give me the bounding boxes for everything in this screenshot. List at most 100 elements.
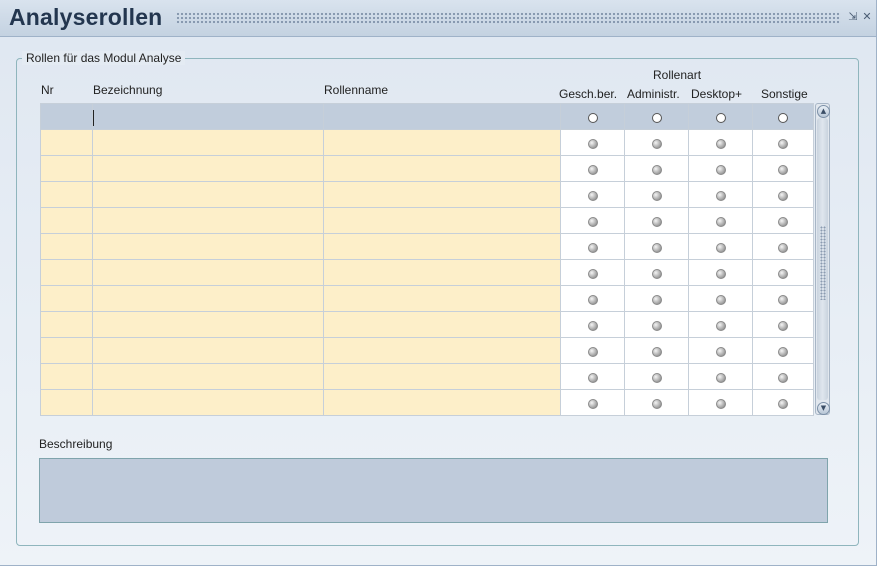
cell-gesch-ber[interactable] <box>560 233 625 260</box>
radio-administr[interactable] <box>651 346 662 357</box>
radio-desktop-plus[interactable] <box>715 164 726 175</box>
radio-gesch-ber[interactable] <box>587 138 598 149</box>
cell-gesch-ber[interactable] <box>560 311 625 338</box>
cell-administr[interactable] <box>624 181 689 208</box>
cell-desktop-plus[interactable] <box>688 207 753 234</box>
cell-bezeichnung[interactable] <box>92 129 324 156</box>
cell-gesch-ber[interactable] <box>560 181 625 208</box>
table-row[interactable] <box>40 207 814 234</box>
cell-bezeichnung[interactable] <box>92 285 324 312</box>
cell-rollenname[interactable] <box>323 311 561 338</box>
cell-nr[interactable] <box>40 207 93 234</box>
cell-desktop-plus[interactable] <box>688 181 753 208</box>
scroll-down-icon[interactable]: ▼ <box>817 402 830 415</box>
radio-sonstige[interactable] <box>778 268 788 279</box>
cell-sonstige[interactable] <box>752 337 814 364</box>
radio-desktop-plus[interactable] <box>715 216 726 227</box>
radio-gesch-ber[interactable] <box>587 164 598 175</box>
radio-sonstige[interactable] <box>778 320 788 331</box>
cell-desktop-plus[interactable] <box>688 129 753 156</box>
table-row[interactable] <box>40 311 814 338</box>
radio-administr[interactable] <box>651 372 662 383</box>
cell-bezeichnung[interactable] <box>92 207 324 234</box>
cell-administr[interactable] <box>624 207 689 234</box>
cell-rollenname[interactable] <box>323 129 561 156</box>
cell-administr[interactable] <box>624 129 689 156</box>
table-scrollbar[interactable]: ▲ ▼ <box>815 103 830 415</box>
cell-sonstige[interactable] <box>752 285 814 312</box>
cell-nr[interactable] <box>40 337 93 364</box>
radio-sonstige[interactable] <box>778 398 788 409</box>
cell-sonstige[interactable] <box>752 259 814 286</box>
radio-sonstige[interactable] <box>778 190 788 201</box>
radio-desktop-plus[interactable] <box>715 138 726 149</box>
cell-desktop-plus[interactable] <box>688 337 753 364</box>
radio-gesch-ber[interactable] <box>587 294 598 305</box>
radio-administr[interactable] <box>651 164 662 175</box>
cell-nr[interactable] <box>40 103 93 130</box>
cell-bezeichnung[interactable] <box>92 233 324 260</box>
cell-sonstige[interactable] <box>752 103 814 130</box>
table-row[interactable] <box>40 155 814 182</box>
cell-bezeichnung[interactable] <box>92 259 324 286</box>
cell-nr[interactable] <box>40 155 93 182</box>
radio-administr[interactable] <box>651 320 662 331</box>
close-icon[interactable]: ✕ <box>861 10 873 24</box>
cell-gesch-ber[interactable] <box>560 259 625 286</box>
cell-sonstige[interactable] <box>752 129 814 156</box>
radio-desktop-plus[interactable] <box>715 320 726 331</box>
cell-nr[interactable] <box>40 363 93 390</box>
radio-desktop-plus[interactable] <box>715 190 726 201</box>
cell-rollenname[interactable] <box>323 285 561 312</box>
cell-desktop-plus[interactable] <box>688 389 753 416</box>
cell-nr[interactable] <box>40 311 93 338</box>
cell-sonstige[interactable] <box>752 311 814 338</box>
radio-desktop-plus[interactable] <box>715 372 726 383</box>
cell-bezeichnung[interactable] <box>92 103 324 130</box>
radio-sonstige[interactable] <box>778 294 788 305</box>
radio-gesch-ber[interactable] <box>587 268 598 279</box>
cell-rollenname[interactable] <box>323 259 561 286</box>
radio-administr[interactable] <box>651 268 662 279</box>
cell-gesch-ber[interactable] <box>560 337 625 364</box>
cell-sonstige[interactable] <box>752 155 814 182</box>
cell-administr[interactable] <box>624 259 689 286</box>
cell-gesch-ber[interactable] <box>560 103 625 130</box>
radio-administr[interactable] <box>651 398 662 409</box>
radio-sonstige[interactable] <box>778 112 788 123</box>
cell-desktop-plus[interactable] <box>688 103 753 130</box>
cell-bezeichnung[interactable] <box>92 389 324 416</box>
cell-gesch-ber[interactable] <box>560 363 625 390</box>
radio-sonstige[interactable] <box>778 346 788 357</box>
cell-administr[interactable] <box>624 363 689 390</box>
cell-sonstige[interactable] <box>752 389 814 416</box>
radio-administr[interactable] <box>651 138 662 149</box>
radio-sonstige[interactable] <box>778 138 788 149</box>
cell-nr[interactable] <box>40 181 93 208</box>
cell-rollenname[interactable] <box>323 233 561 260</box>
cell-bezeichnung[interactable] <box>92 337 324 364</box>
table-row[interactable] <box>40 259 814 286</box>
cell-sonstige[interactable] <box>752 207 814 234</box>
radio-sonstige[interactable] <box>778 164 788 175</box>
title-bar-grip[interactable] <box>176 12 841 24</box>
cell-desktop-plus[interactable] <box>688 259 753 286</box>
table-row[interactable] <box>40 363 814 390</box>
cell-desktop-plus[interactable] <box>688 233 753 260</box>
cell-desktop-plus[interactable] <box>688 363 753 390</box>
cell-gesch-ber[interactable] <box>560 207 625 234</box>
radio-gesch-ber[interactable] <box>587 372 598 383</box>
cell-bezeichnung[interactable] <box>92 363 324 390</box>
minimize-icon[interactable]: ⇲ <box>847 10 859 24</box>
radio-administr[interactable] <box>651 190 662 201</box>
beschreibung-field[interactable] <box>39 458 828 523</box>
cell-nr[interactable] <box>40 389 93 416</box>
cell-administr[interactable] <box>624 337 689 364</box>
radio-gesch-ber[interactable] <box>587 320 598 331</box>
radio-desktop-plus[interactable] <box>715 268 726 279</box>
radio-administr[interactable] <box>651 112 662 123</box>
cell-administr[interactable] <box>624 311 689 338</box>
table-row[interactable] <box>40 285 814 312</box>
cell-administr[interactable] <box>624 103 689 130</box>
radio-desktop-plus[interactable] <box>715 242 726 253</box>
